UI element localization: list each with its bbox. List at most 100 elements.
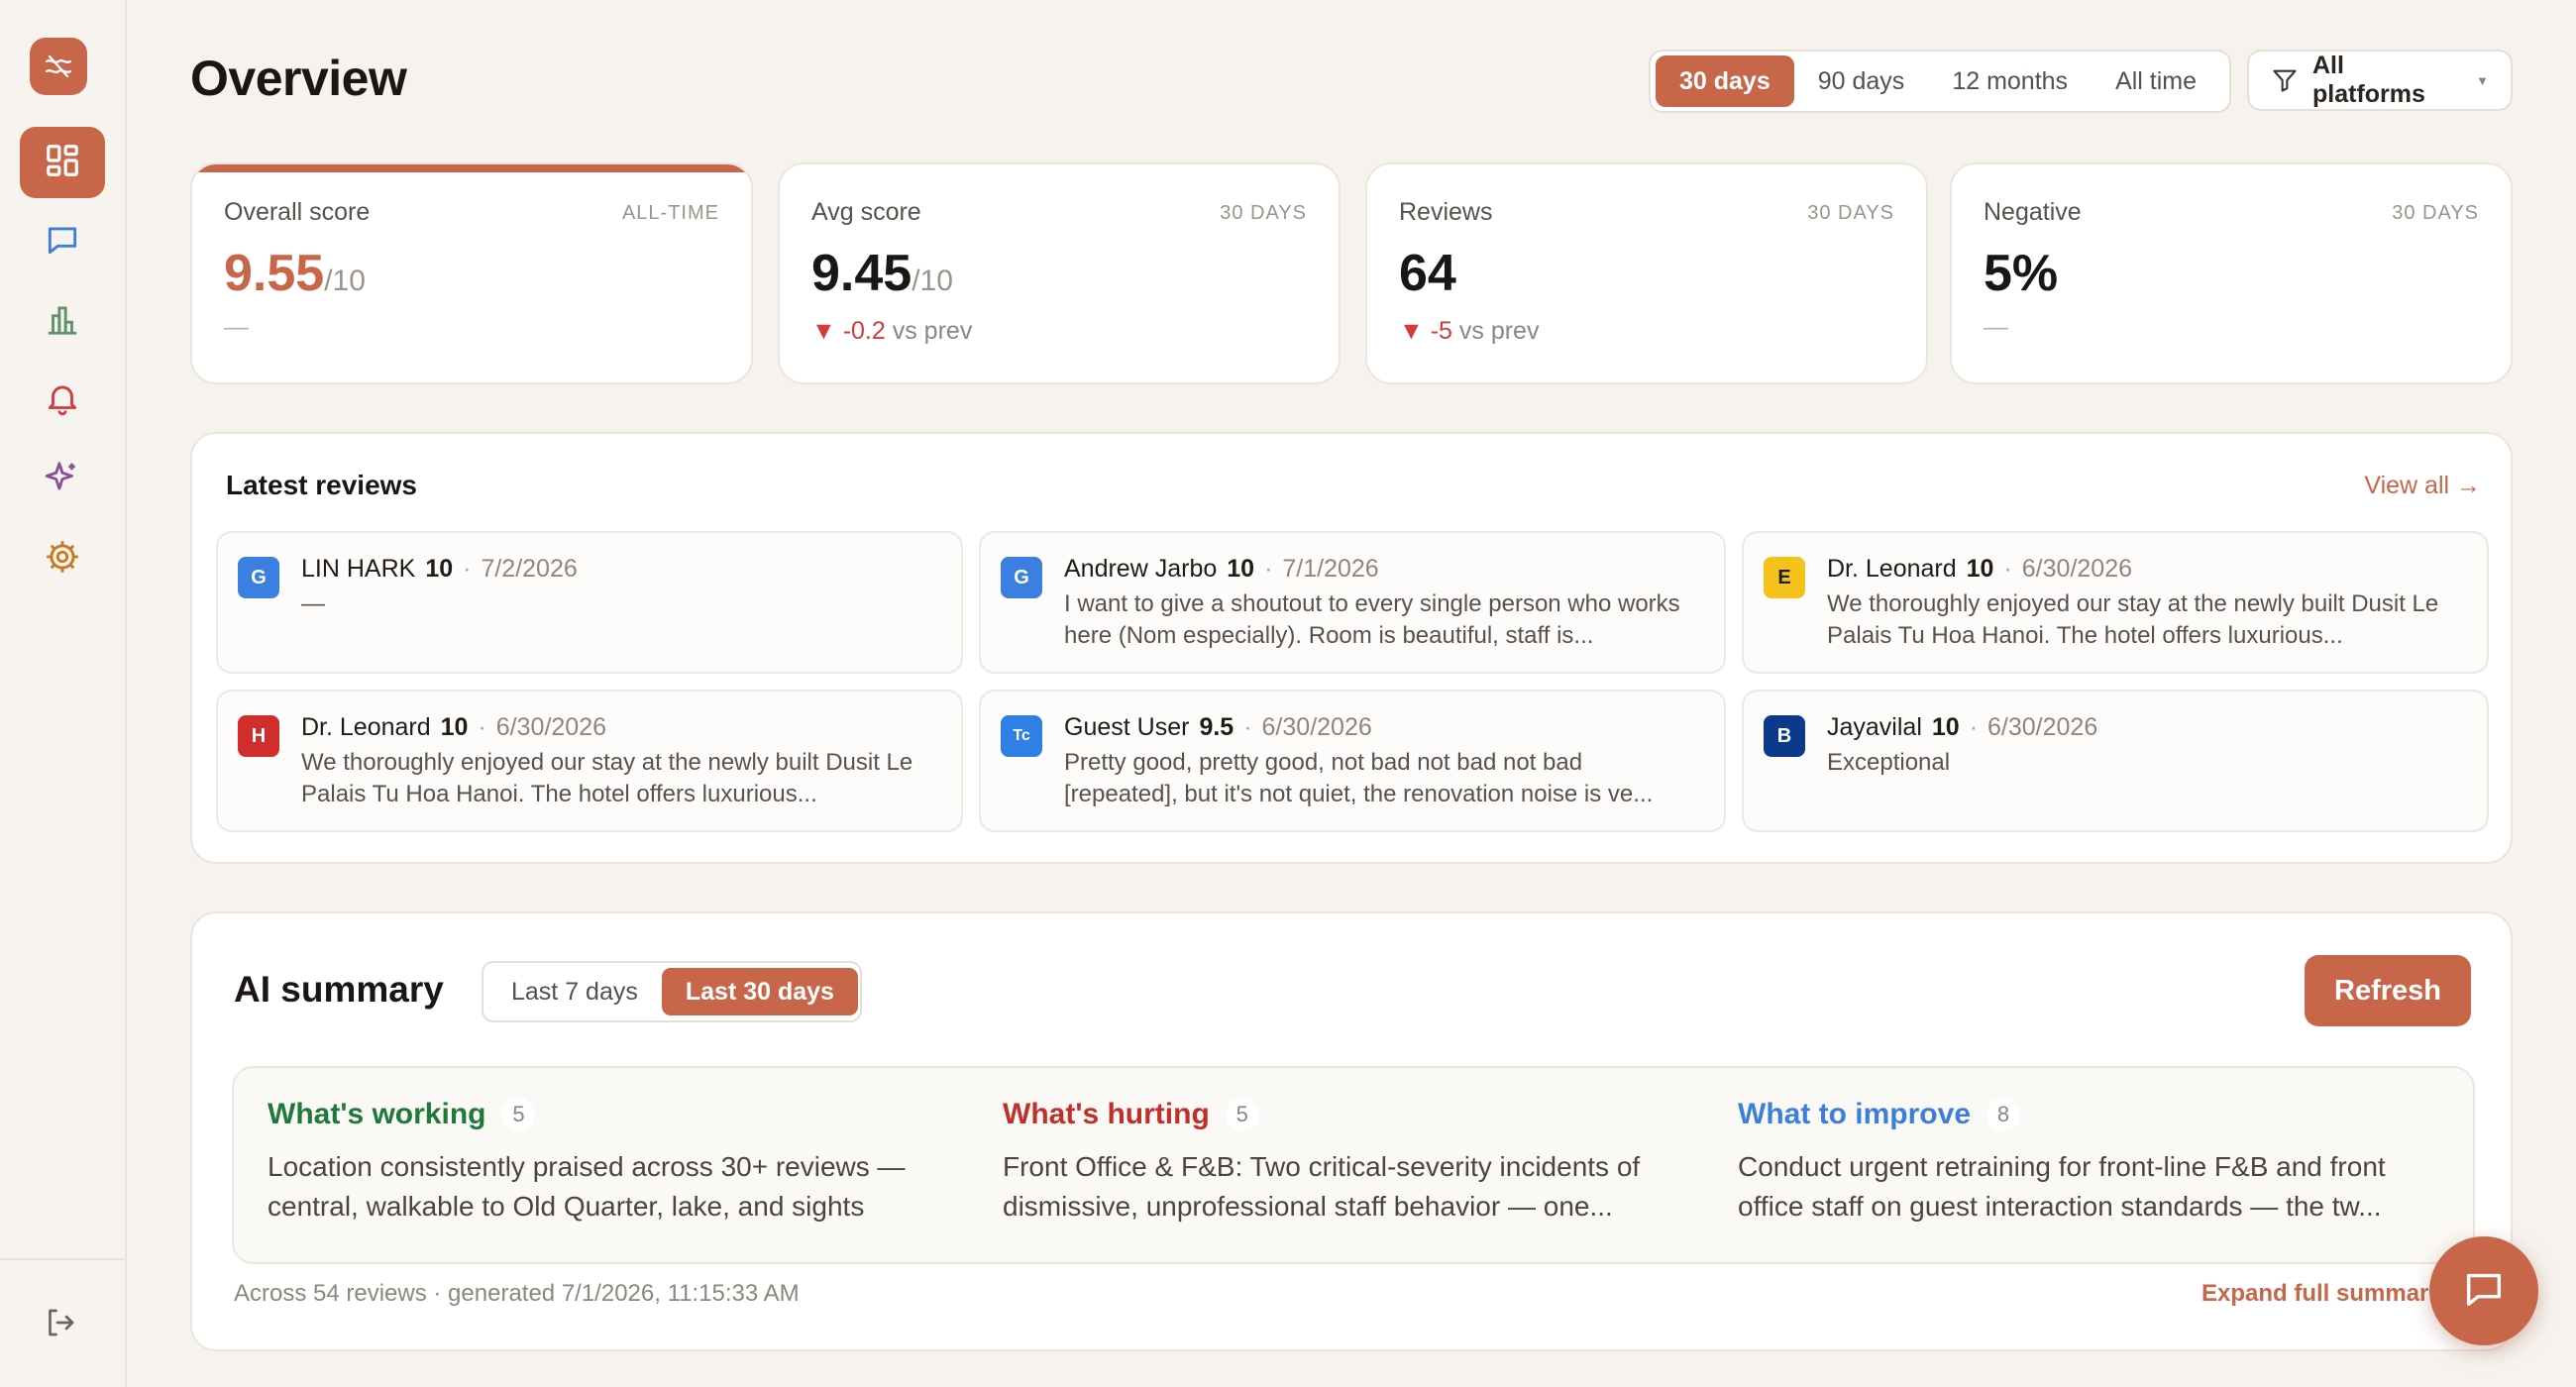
- review-date: 7/2/2026: [481, 555, 578, 583]
- expand-summary-link[interactable]: Expand full summar: [2201, 1280, 2428, 1308]
- review-text: We thoroughly enjoyed our stay at the ne…: [1827, 590, 2439, 649]
- latest-reviews-panel: Latest reviews View all → G LIN HARK 10 · 7…: [190, 432, 2513, 864]
- review-text: —: [301, 590, 325, 617]
- stat-period: 30 DAYS: [1807, 202, 1894, 224]
- review-header: LIN HARK 10 · 7/2/2026: [301, 555, 578, 584]
- insight-text: Conduct urgent retraining for front-line…: [1738, 1151, 2386, 1222]
- tab-last-30-days[interactable]: Last 30 days: [661, 968, 858, 1015]
- ai-summary-title: AI summary: [234, 969, 444, 1010]
- review-card[interactable]: G Andrew Jarbo 10 · 7/1/2026 I want to give…: [979, 531, 1726, 674]
- insight-heading[interactable]: What's hurting 5: [1003, 1098, 1696, 1131]
- chat-fab-button[interactable]: [2429, 1236, 2538, 1345]
- dashboard-icon: [44, 142, 81, 184]
- logout-button[interactable]: [34, 1298, 87, 1351]
- stat-value: 64: [1399, 244, 1456, 303]
- insight-count: 8: [1986, 1098, 2021, 1131]
- refresh-button[interactable]: Refresh: [2305, 955, 2471, 1026]
- separator-dot: ·: [463, 555, 472, 583]
- insight-heading[interactable]: What's working 5: [268, 1098, 961, 1131]
- chevron-down-icon: ▼: [2476, 72, 2489, 88]
- review-date: 6/30/2026: [1261, 713, 1372, 741]
- page-title: Overview: [190, 51, 407, 106]
- reviewer-name: Andrew Jarbo: [1064, 555, 1218, 583]
- stat-value: 9.55/10: [224, 244, 366, 303]
- insight-working: What's working 5 Location consistently pr…: [268, 1098, 961, 1227]
- insight-improve: What to improve 8 Conduct urgent retraini…: [1738, 1098, 2431, 1227]
- review-text: I want to give a shoutout to every singl…: [1064, 590, 1680, 649]
- panel-title: Latest reviews: [226, 470, 417, 500]
- review-text: Pretty good, pretty good, not bad not ba…: [1064, 749, 1654, 807]
- stat-delta: ▼ -0.2 vs prev: [811, 317, 972, 346]
- review-score: 10: [1966, 555, 1994, 583]
- separator-dot: ·: [478, 713, 486, 741]
- review-score: 10: [425, 555, 454, 583]
- range-all-time[interactable]: All time: [2092, 55, 2220, 107]
- stat-empty-delta: —: [224, 313, 249, 341]
- tab-last-7-days[interactable]: Last 7 days: [487, 968, 662, 1015]
- review-text: We thoroughly enjoyed our stay at the ne…: [301, 749, 913, 807]
- review-card[interactable]: B Jayavilal 10 · 6/30/2026 Exceptional: [1742, 690, 2489, 832]
- chat-icon: [44, 221, 81, 264]
- review-card[interactable]: E Dr. Leonard 10 · 6/30/2026 We thoroughly …: [1742, 531, 2489, 674]
- platform-filter-label: All platforms: [2312, 52, 2425, 108]
- sparkle-icon: [44, 459, 81, 501]
- stat-value-number: 9.45: [811, 245, 912, 302]
- stat-label: Avg score: [811, 198, 921, 226]
- stat-label: Negative: [1984, 198, 2082, 226]
- logout-icon: [43, 1305, 78, 1345]
- platform-filter-dropdown[interactable]: All platforms ▼: [2247, 50, 2513, 111]
- insight-heading[interactable]: What to improve 8: [1738, 1098, 2431, 1131]
- separator-dot: ·: [1264, 555, 1273, 583]
- sidebar-divider: [0, 1258, 127, 1260]
- delta-suffix: vs prev: [1458, 317, 1540, 345]
- separator-dot: ·: [1243, 713, 1252, 741]
- stat-unit: /10: [912, 265, 953, 297]
- range-30-days[interactable]: 30 days: [1656, 55, 1794, 107]
- nav-settings[interactable]: [20, 523, 105, 594]
- review-date: 6/30/2026: [495, 713, 606, 741]
- insight-count: 5: [1225, 1098, 1259, 1131]
- reviewer-name: Dr. Leonard: [301, 713, 431, 741]
- nav-analytics[interactable]: [20, 285, 105, 357]
- stat-period: 30 DAYS: [1220, 202, 1307, 224]
- bar-chart-icon: [44, 300, 81, 343]
- insight-title: What's hurting: [1003, 1098, 1210, 1130]
- nav-alerts[interactable]: [20, 365, 105, 436]
- range-12-months[interactable]: 12 months: [1928, 55, 2092, 107]
- date-range-selector: 30 days 90 days 12 months All time: [1649, 50, 2231, 113]
- nav-reviews[interactable]: [20, 206, 105, 277]
- review-text: Exceptional: [1827, 749, 1951, 776]
- ai-summary-footer: Across 54 reviews · generated 7/1/2026, …: [234, 1280, 800, 1307]
- review-score: 9.5: [1199, 713, 1234, 741]
- insight-hurting: What's hurting 5 Front Office & F&B: Two …: [1003, 1098, 1696, 1227]
- stat-card-reviews: Reviews 30 DAYS 64 ▼ -5 vs prev: [1365, 162, 1928, 384]
- nav-dashboard[interactable]: [20, 127, 105, 198]
- insight-text: Location consistently praised across 30+…: [268, 1151, 906, 1222]
- review-card[interactable]: G LIN HARK 10 · 7/2/2026 —: [216, 531, 963, 674]
- stat-value: 9.45/10: [811, 244, 953, 303]
- insight-text: Front Office & F&B: Two critical-severit…: [1003, 1151, 1641, 1222]
- stat-empty-delta: —: [1984, 313, 2008, 341]
- nav-ai[interactable]: [20, 444, 105, 515]
- stat-period: ALL-TIME: [621, 202, 719, 224]
- review-date: 7/1/2026: [1282, 555, 1379, 583]
- review-header: Jayavilal 10 · 6/30/2026: [1827, 713, 2097, 742]
- wave-logo-icon[interactable]: [30, 38, 87, 95]
- delta-suffix: vs prev: [892, 317, 973, 345]
- stat-card-avg-score: Avg score 30 DAYS 9.45/10 ▼ -0.2 vs prev: [778, 162, 1341, 384]
- review-header: Guest User 9.5 · 6/30/2026: [1064, 713, 1372, 742]
- source-badge: H: [238, 715, 279, 757]
- review-card[interactable]: Tc Guest User 9.5 · 6/30/2026 Pretty good, …: [979, 690, 1726, 832]
- reviewer-name: Dr. Leonard: [1827, 555, 1957, 583]
- insight-count: 5: [501, 1098, 536, 1131]
- insights-box: What's working 5 Location consistently pr…: [232, 1066, 2475, 1264]
- review-card[interactable]: H Dr. Leonard 10 · 6/30/2026 We thoroughly …: [216, 690, 963, 832]
- reviewer-name: Jayavilal: [1827, 713, 1922, 741]
- stat-delta: ▼ -5 vs prev: [1399, 317, 1539, 346]
- range-90-days[interactable]: 90 days: [1794, 55, 1929, 107]
- delta-value: ▼ -5: [1399, 317, 1452, 345]
- review-score: 10: [440, 713, 469, 741]
- source-badge: Tc: [1001, 715, 1042, 757]
- source-badge: G: [1001, 557, 1042, 598]
- view-all-link[interactable]: View all →: [2364, 472, 2481, 500]
